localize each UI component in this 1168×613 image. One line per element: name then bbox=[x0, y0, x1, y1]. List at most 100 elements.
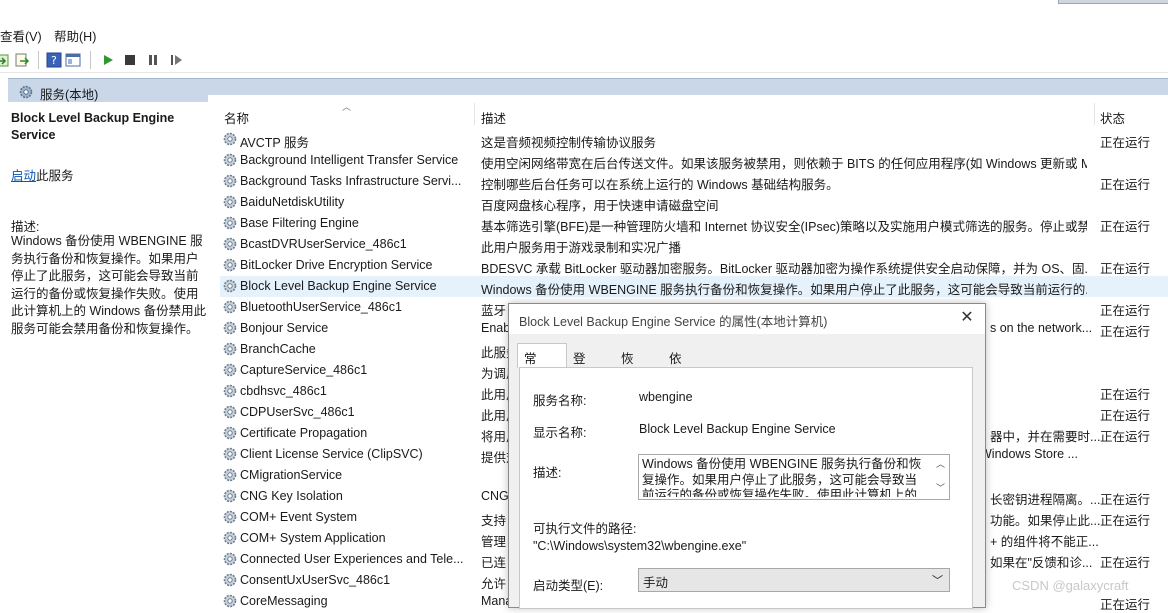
list-top-area bbox=[208, 95, 1168, 109]
service-name: CDPUserSvc_486c1 bbox=[240, 405, 355, 419]
startup-type-label: 启动类型(E): bbox=[533, 579, 604, 593]
menu-view[interactable]: 查看(V) bbox=[0, 26, 42, 45]
start-service-line: 启动此服务 bbox=[11, 165, 74, 184]
help-icon[interactable]: ? bbox=[45, 51, 63, 69]
general-tab-panel: 服务名称: wbengine 显示名称: Block Level Backup … bbox=[519, 367, 973, 609]
service-name: Background Tasks Infrastructure Servi... bbox=[240, 174, 462, 188]
dialog-body: 常规 登录 恢复 依存关系 服务名称: wbengine 显示名称: Block… bbox=[509, 334, 985, 609]
service-gear-icon bbox=[222, 467, 238, 483]
service-status: 正在运行 bbox=[1100, 514, 1151, 528]
close-icon[interactable]: ✕ bbox=[957, 308, 977, 328]
service-row[interactable]: Block Level Backup Engine Service Windows… bbox=[220, 276, 1168, 297]
scroll-down-icon[interactable]: ﹀ bbox=[936, 481, 945, 494]
service-gear-icon bbox=[222, 278, 238, 294]
service-description-tail: 如果在"反馈和诊... bbox=[990, 556, 1093, 570]
service-description: 控制哪些后台任务可以在系统上运行的 Windows 基础结构服务。 bbox=[481, 178, 839, 192]
display-name-value: Block Level Backup Engine Service bbox=[639, 422, 836, 436]
service-name: Connected User Experiences and Tele... bbox=[240, 552, 464, 566]
service-gear-icon bbox=[222, 593, 238, 609]
start-service-suffix: 此服务 bbox=[36, 169, 74, 183]
service-row[interactable]: BaiduNetdiskUtility 百度网盘核心程序，用于快速申请磁盘空间 bbox=[220, 192, 1168, 213]
menu-help[interactable]: 帮助(H) bbox=[54, 26, 96, 45]
service-status: 正在运行 bbox=[1100, 409, 1151, 423]
executable-path-label: 可执行文件的路径: bbox=[533, 522, 637, 536]
description-textbox[interactable]: Windows 备份使用 WBENGINE 服务执行备份和恢复操作。如果用户停止… bbox=[638, 454, 950, 500]
service-name: Client License Service (ClipSVC) bbox=[240, 447, 423, 461]
service-row[interactable]: Background Intelligent Transfer Service 使… bbox=[220, 150, 1168, 171]
menu-bar: 查看(V) 帮助(H) bbox=[0, 22, 1168, 46]
service-gear-icon bbox=[222, 446, 238, 462]
dialog-title: Block Level Backup Engine Service 的属性(本地… bbox=[519, 315, 828, 329]
service-name: BluetoothUserService_486c1 bbox=[240, 300, 402, 314]
service-gear-icon bbox=[222, 362, 238, 378]
service-gear-icon bbox=[222, 236, 238, 252]
startup-type-value: 手动 bbox=[643, 576, 669, 590]
play-icon[interactable] bbox=[99, 51, 117, 69]
service-name: BranchCache bbox=[240, 342, 316, 356]
service-row[interactable]: BcastDVRUserService_486c1 此用户服务用于游戏录制和实况广… bbox=[220, 234, 1168, 255]
service-status: 正在运行 bbox=[1100, 325, 1151, 339]
description-textbox-text: Windows 备份使用 WBENGINE 服务执行备份和恢复操作。如果用户停止… bbox=[642, 457, 922, 497]
service-name: CaptureService_486c1 bbox=[240, 363, 368, 377]
service-gear-icon bbox=[222, 404, 238, 420]
executable-path-value: "C:\Windows\system32\wbengine.exe" bbox=[533, 539, 747, 553]
service-name: Base Filtering Engine bbox=[240, 216, 359, 230]
service-name: BcastDVRUserService_486c1 bbox=[240, 237, 407, 251]
service-description-tail: s on the network... bbox=[990, 321, 1093, 335]
service-gear-icon bbox=[222, 509, 238, 525]
service-gear-icon bbox=[222, 299, 238, 315]
service-name: Certificate Propagation bbox=[240, 426, 368, 440]
toolbar: ? bbox=[0, 48, 1168, 73]
service-description: 这是音频视频控制传输协议服务 bbox=[481, 136, 657, 150]
column-header-description[interactable]: 描述 bbox=[481, 108, 506, 127]
service-gear-icon bbox=[222, 530, 238, 546]
service-gear-icon bbox=[222, 572, 238, 588]
service-description-tail: 器中，并在需要时... bbox=[990, 430, 1101, 444]
service-name: Block Level Backup Engine Service bbox=[240, 279, 437, 293]
service-row[interactable]: Background Tasks Infrastructure Servi...… bbox=[220, 171, 1168, 192]
restart-icon[interactable] bbox=[167, 51, 185, 69]
service-gear-icon bbox=[222, 131, 238, 147]
properties-dialog: Block Level Backup Engine Service 的属性(本地… bbox=[508, 303, 986, 609]
column-header-status[interactable]: 状态 bbox=[1100, 108, 1125, 127]
back-icon[interactable] bbox=[0, 51, 12, 69]
service-name: COM+ Event System bbox=[240, 510, 358, 524]
gear-icon bbox=[18, 84, 34, 103]
window-edge bbox=[1058, 0, 1168, 4]
selected-service-title: Block Level Backup Engine Service bbox=[11, 111, 175, 142]
pause-icon[interactable] bbox=[144, 51, 162, 69]
service-row[interactable]: AVCTP 服务 这是音频视频控制传输协议服务 正在运行 bbox=[220, 129, 1168, 150]
service-name: BaiduNetdiskUtility bbox=[240, 195, 345, 209]
service-gear-icon bbox=[222, 383, 238, 399]
service-gear-icon bbox=[222, 551, 238, 567]
textbox-scrollbar[interactable]: ︿ ﹀ bbox=[933, 455, 949, 499]
service-description: Windows 备份使用 WBENGINE 服务执行备份和恢复操作。如果用户停止… bbox=[481, 283, 1087, 297]
service-row[interactable]: BitLocker Drive Encryption Service BDESVC… bbox=[220, 255, 1168, 276]
service-name-label: 服务名称: bbox=[533, 394, 587, 408]
service-description-tail: 功能。如果停止此... bbox=[990, 514, 1101, 528]
service-status: 正在运行 bbox=[1100, 430, 1151, 444]
export-icon[interactable] bbox=[13, 51, 31, 69]
service-row[interactable]: Base Filtering Engine 基本筛选引擎(BFE)是一种管理防火墙… bbox=[220, 213, 1168, 234]
start-service-link[interactable]: 启动 bbox=[11, 169, 36, 183]
sort-arrow-icon: ︿ bbox=[342, 102, 352, 112]
service-name: COM+ System Application bbox=[240, 531, 386, 545]
column-header-name[interactable]: 名称 bbox=[224, 108, 249, 127]
service-gear-icon bbox=[222, 152, 238, 168]
console-icon[interactable] bbox=[64, 51, 82, 69]
startup-type-select[interactable]: 手动 ﹀ bbox=[638, 568, 950, 592]
service-name: CNG Key Isolation bbox=[240, 489, 343, 503]
service-status: 正在运行 bbox=[1100, 136, 1151, 150]
scroll-up-icon[interactable]: ︿ bbox=[936, 457, 945, 470]
chevron-down-icon: ﹀ bbox=[932, 575, 943, 587]
pane-title: 服务(本地) bbox=[40, 88, 99, 102]
service-status: 正在运行 bbox=[1100, 304, 1151, 318]
display-name-label: 显示名称: bbox=[533, 426, 587, 440]
service-gear-icon bbox=[222, 341, 238, 357]
description-text: Windows 备份使用 WBENGINE 服务执行备份和恢复操作。如果用户停止… bbox=[11, 234, 207, 336]
service-name: cbdhsvc_486c1 bbox=[240, 384, 327, 398]
service-description: 使用空闲网络带宽在后台传送文件。如果该服务被禁用，则依赖于 BITS 的任何应用… bbox=[481, 157, 1087, 171]
stop-icon[interactable] bbox=[121, 51, 139, 69]
service-status: 正在运行 bbox=[1100, 388, 1151, 402]
service-name: AVCTP 服务 bbox=[240, 136, 309, 150]
